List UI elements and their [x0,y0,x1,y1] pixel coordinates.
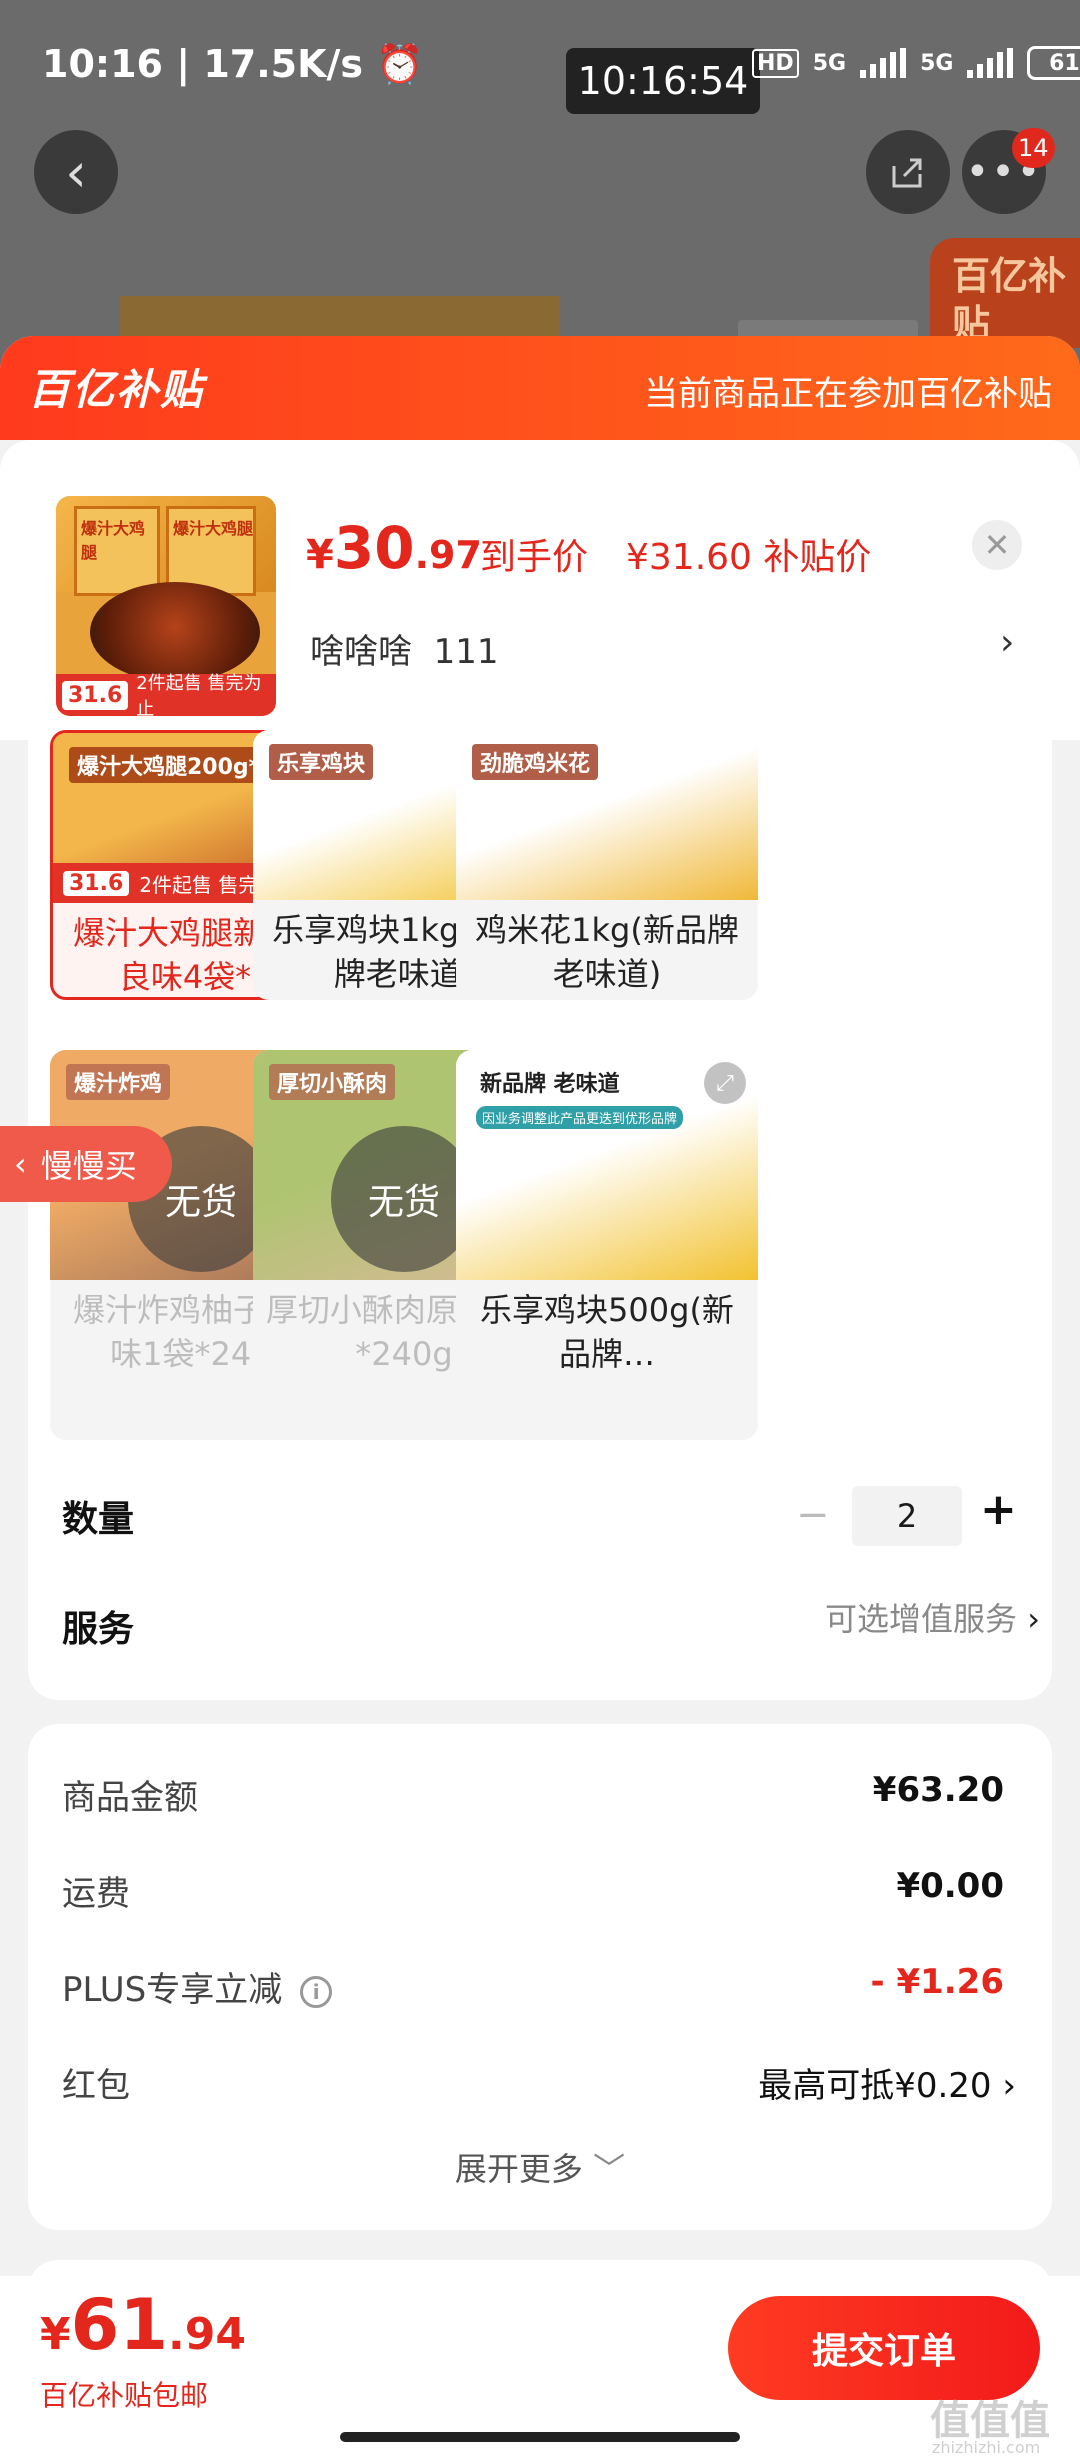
notification-badge: 14 [1012,128,1055,168]
subsidy-logo: 百亿补贴 [28,365,205,414]
selected-spec[interactable]: 啥啥啥 111 [310,624,499,673]
status-icons: HD 5G 5G 61 [752,46,1080,80]
variant-name: 鸡米花1kg(新品牌老味道) [475,911,739,993]
chevron-right-icon: › [1027,1600,1040,1638]
hd-icon: HD [752,48,799,78]
quantity-input[interactable]: 2 [852,1486,962,1546]
shipping-value: ¥0.00 [896,1866,1004,1906]
background-logo: 百亿补贴 [930,238,1080,348]
expand-image-icon[interactable]: ⤢ [704,1062,746,1104]
signal-icon [860,48,907,78]
back-icon[interactable]: ‹ [34,130,118,214]
variant-tag: 乐享鸡块 [269,744,374,780]
chevron-left-icon: ‹ [14,1145,27,1183]
final-price-label: 到手价 [480,537,589,578]
product-thumbnail[interactable]: 爆汁大鸡腿 爆汁大鸡腿 31.6 2件起售 售完为止 [56,496,276,716]
red-packet-selector[interactable]: 最高可抵¥0.20 › [758,2058,1016,2107]
status-time: 10:16 | 17.5K/s ⏰ [42,42,424,86]
goods-amount-label: 商品金额 [62,1778,198,1818]
home-indicator[interactable] [340,2432,740,2442]
final-price: ¥30.97 [306,514,482,582]
chevron-right-icon: › [1002,2066,1016,2106]
chevron-right-icon[interactable]: › [1000,622,1014,663]
red-packet-label: 红包 [62,2066,130,2106]
signal-2-label: 5G [920,50,954,76]
variant-option[interactable]: 劲脆鸡米花鸡米花1kg(新品牌老味道) [456,730,758,1000]
free-shipping-note: 百亿补贴包邮 [40,2379,209,2412]
thumb-price: 31.6 [62,680,129,710]
thumb-bag-text: 爆汁大鸡腿 [81,519,146,562]
service-selector[interactable]: 可选增值服务 › [825,1594,1040,1640]
shipping-label: 运费 [62,1874,130,1914]
variant-subtag: 因业务调整此产品更迭到优形品牌 [476,1106,684,1129]
variant-tag: 新品牌 老味道 [480,1072,620,1097]
thumb-label: 2件起售 售完为止 [136,673,262,716]
signal-icon-2 [967,48,1014,78]
quantity-minus-button[interactable]: − [796,1492,830,1538]
slow-buy-label: 慢慢买 [40,1147,137,1185]
thumb-price-bar: 31.6 2件起售 售完为止 [56,673,276,716]
quantity-label: 数量 [62,1499,135,1540]
battery-icon: 61 [1027,46,1080,80]
chevron-down-icon: ﹀ [593,2150,626,2188]
subsidy-price: ¥31.60 补贴价 [626,537,872,578]
thumb-bag: 爆汁大鸡腿 [74,506,160,596]
expand-more-button[interactable]: 展开更多 ﹀ [28,2144,1052,2190]
quantity-plus-button[interactable]: + [980,1484,1017,1535]
watermark-url: zhizhizhi.com [932,2438,1041,2457]
share-icon[interactable] [866,130,950,214]
subsidy-banner: 百亿补贴 当前商品正在参加百亿补贴 [0,336,1080,440]
goods-amount-value: ¥63.20 [872,1770,1004,1810]
plus-discount-row: PLUS专享立减 i [62,1962,333,2011]
variant-tag: 爆汁大鸡腿200g*4 [69,747,284,783]
service-value: 可选增值服务 [825,1600,1018,1638]
product-summary: 爆汁大鸡腿 爆汁大鸡腿 31.6 2件起售 售完为止 ¥30.97 到手价 ¥3… [0,440,1080,740]
thumb-bag-text-2: 爆汁大鸡腿 [173,519,254,538]
total-price: ¥61.94 [40,2284,246,2366]
thumb-food [90,582,260,682]
variant-tag: 劲脆鸡米花 [472,744,599,780]
plus-discount-value: - ¥1.26 [870,1962,1005,2002]
variant-grid: 爆汁大鸡腿200g*4 31.6 2件起售 售完为止 爆汁大鸡腿新奥尔良味4袋*… 乐享… [28,730,1052,1700]
close-icon[interactable]: ✕ [972,520,1022,570]
variant-price: 31.6 [63,870,130,896]
submit-order-button[interactable]: 提交订单 [728,2296,1040,2400]
price-breakdown: 商品金额 ¥63.20 运费 ¥0.00 PLUS专享立减 i - ¥1.26 红… [28,1724,1052,2230]
variant-option[interactable]: 新品牌 老味道因业务调整此产品更迭到优形品牌 ⤢ 乐享鸡块500g(新品牌… [456,1050,758,1440]
red-packet-value: 最高可抵¥0.20 [758,2066,992,2106]
plus-discount-label: PLUS专享立减 [62,1970,283,2010]
slow-buy-tab[interactable]: ‹ 慢慢买 [0,1126,172,1202]
info-icon[interactable]: i [300,1975,333,2008]
expand-more-label: 展开更多 [454,2150,583,2188]
variant-image: 劲脆鸡米花 [456,730,758,900]
signal-1-label: 5G [812,50,847,76]
subsidy-note: 当前商品正在参加百亿补贴 [644,374,1052,414]
variant-name: 乐享鸡块500g(新品牌… [480,1291,734,1373]
clock-overlay: 10:16:54 [566,48,760,114]
service-label: 服务 [62,1609,135,1650]
